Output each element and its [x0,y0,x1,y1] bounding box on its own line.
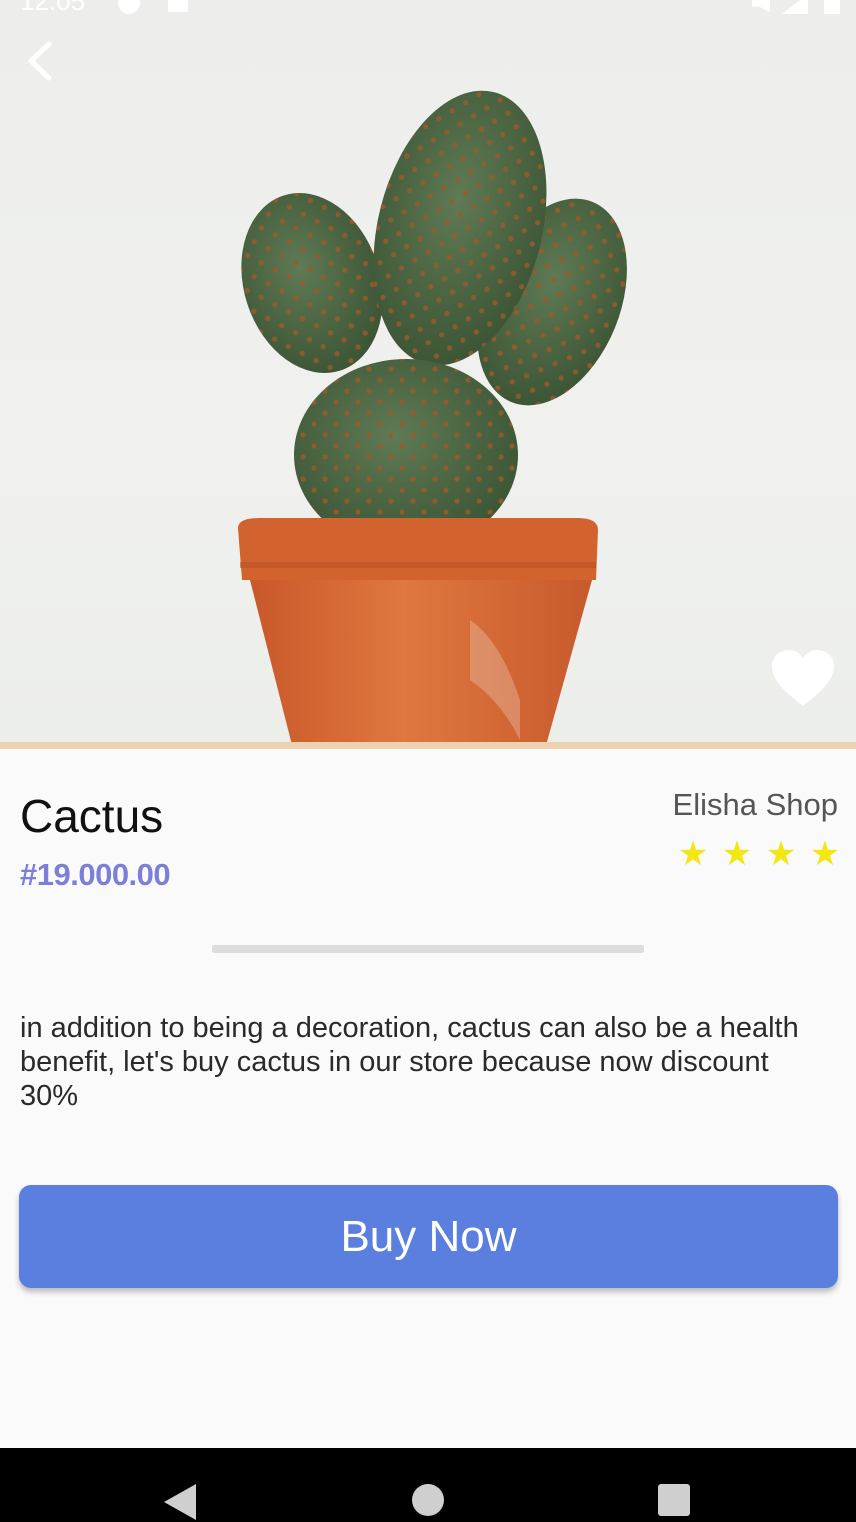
status-bar: 12:05 [0,0,856,16]
buy-now-button[interactable]: Buy Now [19,1185,838,1288]
battery-icon [824,0,840,14]
status-time: 12:05 [20,0,86,16]
product-hero-image: 12:05 [0,0,856,749]
star-rating: ★ ★ ★ ★ [676,837,842,871]
star-icon: ★ [765,835,797,873]
star-icon: ★ [677,835,709,873]
divider [212,945,644,953]
product-description: in addition to being a decoration, cactu… [20,1012,799,1112]
sd-card-icon [168,0,188,12]
shelf-edge [0,742,856,749]
product-info-panel: Cactus #19.000.00 Elisha Shop ★ ★ ★ ★ in… [0,749,856,1448]
product-price: #19.000.00 [20,857,171,892]
shop-name-link[interactable]: Elisha Shop [673,787,838,823]
cactus-photo [238,90,627,749]
settings-gear-icon [118,0,140,14]
system-nav-bar [0,1448,856,1522]
mute-icon [752,0,770,12]
star-icon: ★ [809,835,841,873]
heart-icon [772,650,834,706]
signal-icon [782,0,808,14]
nav-recents-icon[interactable] [658,1484,690,1516]
product-name: Cactus [20,790,164,842]
favorite-button[interactable] [770,648,836,710]
back-button[interactable] [16,36,66,86]
nav-back-icon[interactable] [164,1484,196,1520]
star-icon: ★ [721,835,753,873]
chevron-left-icon [28,41,52,81]
nav-home-icon[interactable] [412,1484,444,1516]
